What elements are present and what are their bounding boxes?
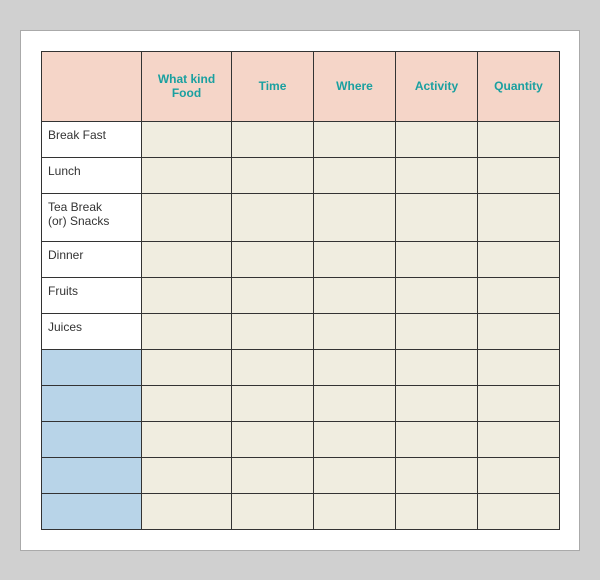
data-cell-r7-c3[interactable]: [396, 385, 478, 421]
data-cell-r9-c0[interactable]: [142, 457, 232, 493]
data-cell-r3-c3[interactable]: [396, 241, 478, 277]
data-cell-r5-c0[interactable]: [142, 313, 232, 349]
data-cell-r6-c3[interactable]: [396, 349, 478, 385]
data-cell-r3-c1[interactable]: [232, 241, 314, 277]
data-cell-r10-c2[interactable]: [314, 493, 396, 529]
data-cell-r2-c4[interactable]: [478, 193, 560, 241]
data-cell-r10-c3[interactable]: [396, 493, 478, 529]
data-cell-r8-c0[interactable]: [142, 421, 232, 457]
data-cell-r7-c2[interactable]: [314, 385, 396, 421]
header-col1: [42, 51, 142, 121]
data-cell-r3-c4[interactable]: [478, 241, 560, 277]
row-label-0: Break Fast: [42, 121, 142, 157]
data-cell-r0-c4[interactable]: [478, 121, 560, 157]
data-cell-r4-c1[interactable]: [232, 277, 314, 313]
header-col6: Quantity: [478, 51, 560, 121]
data-cell-r6-c1[interactable]: [232, 349, 314, 385]
row-label-2: Tea Break (or) Snacks: [42, 193, 142, 241]
data-cell-r6-c0[interactable]: [142, 349, 232, 385]
data-cell-r5-c4[interactable]: [478, 313, 560, 349]
data-cell-r1-c3[interactable]: [396, 157, 478, 193]
data-cell-r5-c3[interactable]: [396, 313, 478, 349]
data-cell-r1-c0[interactable]: [142, 157, 232, 193]
data-cell-r9-c4[interactable]: [478, 457, 560, 493]
data-cell-r10-c4[interactable]: [478, 493, 560, 529]
row-label-8: [42, 421, 142, 457]
header-col3: Time: [232, 51, 314, 121]
data-cell-r6-c2[interactable]: [314, 349, 396, 385]
data-cell-r0-c0[interactable]: [142, 121, 232, 157]
data-cell-r9-c2[interactable]: [314, 457, 396, 493]
data-cell-r1-c1[interactable]: [232, 157, 314, 193]
row-label-6: [42, 349, 142, 385]
data-cell-r4-c0[interactable]: [142, 277, 232, 313]
row-label-5: Juices: [42, 313, 142, 349]
data-cell-r8-c2[interactable]: [314, 421, 396, 457]
data-cell-r9-c1[interactable]: [232, 457, 314, 493]
data-cell-r1-c2[interactable]: [314, 157, 396, 193]
data-cell-r5-c2[interactable]: [314, 313, 396, 349]
data-cell-r0-c3[interactable]: [396, 121, 478, 157]
row-label-9: [42, 457, 142, 493]
data-cell-r8-c4[interactable]: [478, 421, 560, 457]
data-cell-r2-c3[interactable]: [396, 193, 478, 241]
header-col5: Activity: [396, 51, 478, 121]
data-cell-r2-c0[interactable]: [142, 193, 232, 241]
data-cell-r7-c0[interactable]: [142, 385, 232, 421]
row-label-4: Fruits: [42, 277, 142, 313]
data-cell-r10-c0[interactable]: [142, 493, 232, 529]
food-diary-table: What kind Food Time Where Activity Quant…: [20, 30, 580, 551]
data-cell-r10-c1[interactable]: [232, 493, 314, 529]
row-label-10: [42, 493, 142, 529]
data-cell-r4-c2[interactable]: [314, 277, 396, 313]
data-cell-r7-c1[interactable]: [232, 385, 314, 421]
data-cell-r1-c4[interactable]: [478, 157, 560, 193]
data-cell-r7-c4[interactable]: [478, 385, 560, 421]
row-label-7: [42, 385, 142, 421]
data-cell-r4-c3[interactable]: [396, 277, 478, 313]
data-cell-r8-c1[interactable]: [232, 421, 314, 457]
data-cell-r8-c3[interactable]: [396, 421, 478, 457]
header-col4: Where: [314, 51, 396, 121]
data-cell-r2-c2[interactable]: [314, 193, 396, 241]
data-cell-r3-c0[interactable]: [142, 241, 232, 277]
data-cell-r3-c2[interactable]: [314, 241, 396, 277]
data-cell-r0-c2[interactable]: [314, 121, 396, 157]
data-cell-r2-c1[interactable]: [232, 193, 314, 241]
header-col2: What kind Food: [142, 51, 232, 121]
row-label-3: Dinner: [42, 241, 142, 277]
data-cell-r9-c3[interactable]: [396, 457, 478, 493]
data-cell-r4-c4[interactable]: [478, 277, 560, 313]
row-label-1: Lunch: [42, 157, 142, 193]
data-cell-r0-c1[interactable]: [232, 121, 314, 157]
data-cell-r6-c4[interactable]: [478, 349, 560, 385]
data-cell-r5-c1[interactable]: [232, 313, 314, 349]
